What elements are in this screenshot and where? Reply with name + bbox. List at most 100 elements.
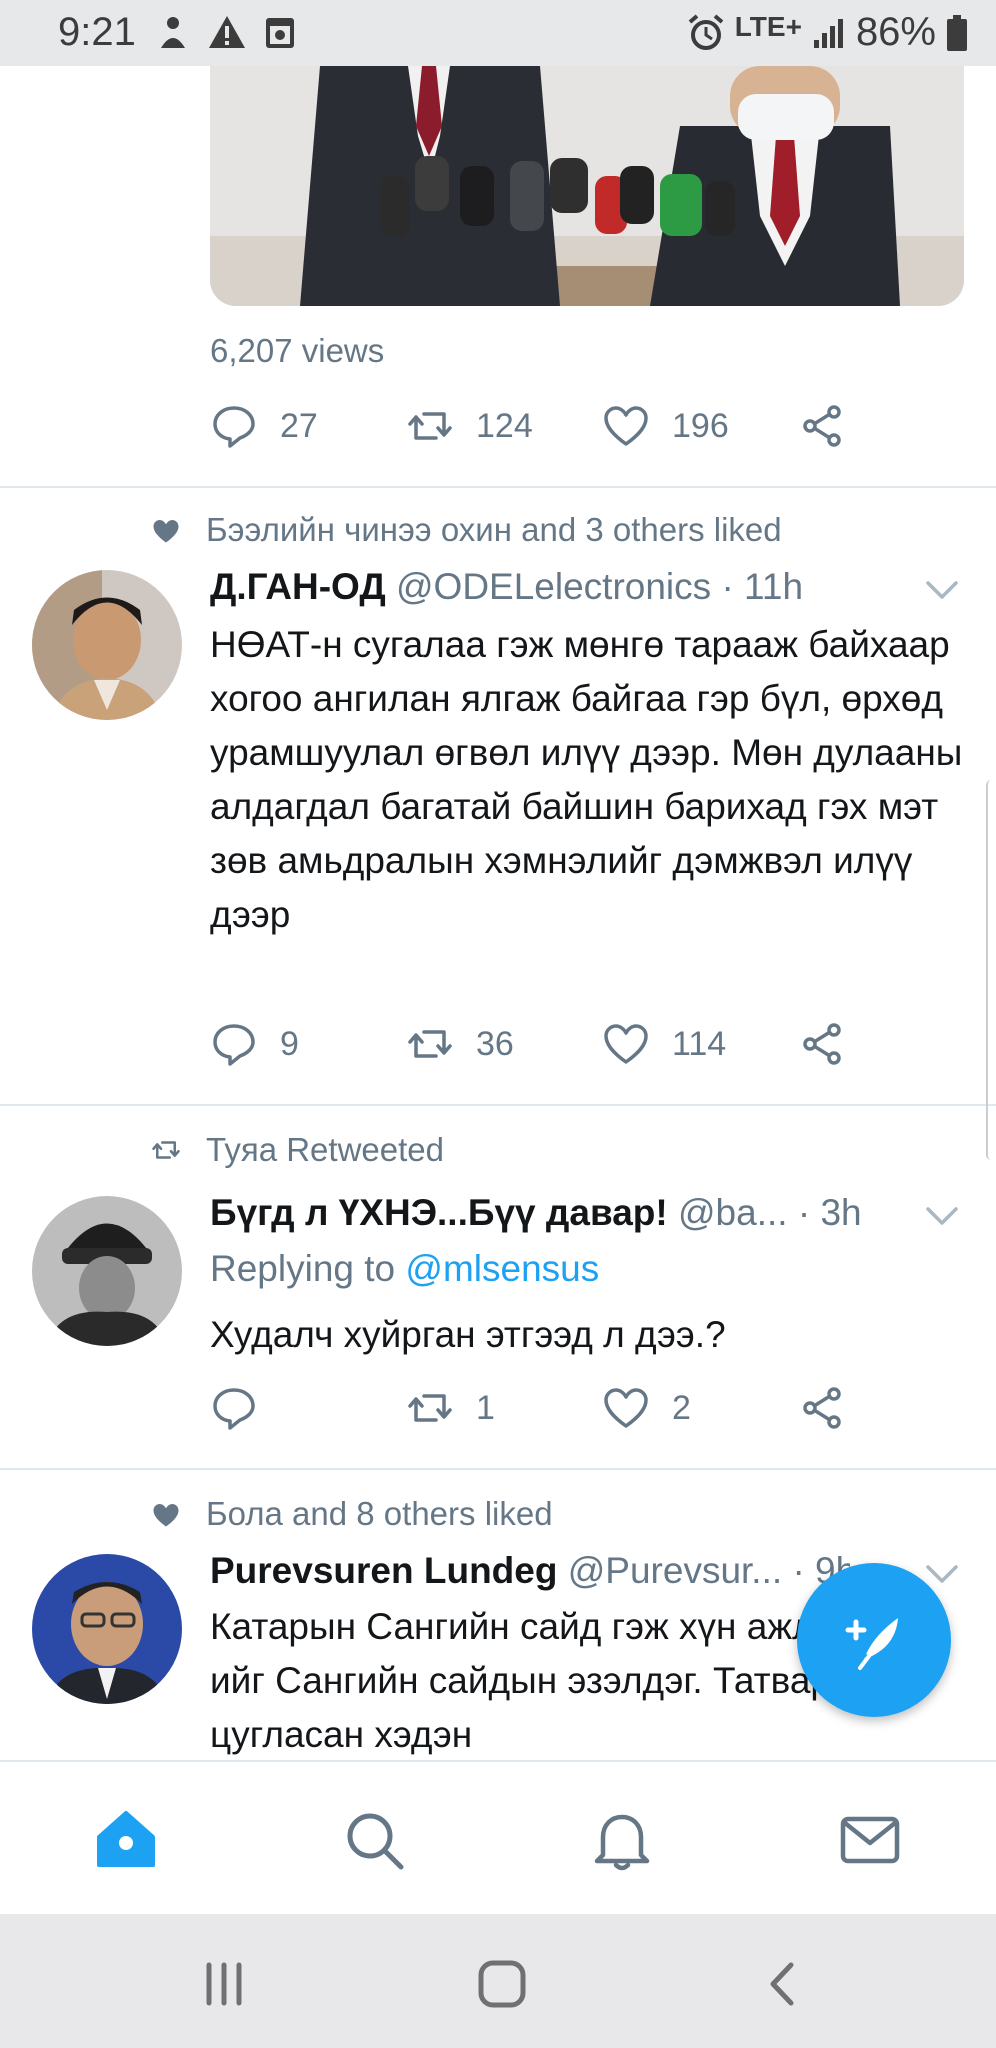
status-notification-icons — [156, 14, 296, 52]
retweet-button[interactable]: 124 — [406, 402, 533, 450]
reply-count: 9 — [280, 1024, 299, 1063]
status-time: 9:21 — [58, 10, 136, 54]
tweet-actions: 27 124 196 — [210, 402, 870, 462]
tweet-header: Purevsuren Lundeg @Purevsur... · 9h — [210, 1548, 850, 1594]
tweet-actions: 9 36 114 — [210, 1020, 870, 1080]
heart-icon — [604, 1024, 648, 1064]
recent-apps-button[interactable] — [194, 1954, 254, 2014]
battery-icon — [947, 14, 967, 51]
home-system-button[interactable] — [472, 1954, 532, 2014]
calendar-icon — [266, 18, 294, 48]
retweet-count: 36 — [476, 1024, 514, 1063]
share-icon — [803, 1023, 841, 1065]
retweet-icon — [408, 412, 452, 440]
person-notification-icon — [161, 17, 185, 48]
retweet-icon — [408, 1394, 452, 1422]
like-count: 2 — [672, 1388, 691, 1427]
status-right: LTE+ 86% — [687, 10, 968, 55]
social-context-text: Tyяa Retweeted — [206, 1131, 444, 1168]
tweet-text: Худалч хуйрган этгээд л дээ.? — [210, 1314, 726, 1355]
warning-icon — [209, 16, 245, 48]
share-button[interactable] — [798, 1384, 846, 1432]
nav-search[interactable] — [336, 1802, 412, 1878]
share-icon — [803, 1387, 841, 1429]
social-context: Tyяa Retweeted — [146, 1130, 444, 1170]
social-context-text: Бээлийн чинээ охин and 3 others liked — [206, 511, 782, 548]
retweet-small-icon — [146, 1130, 186, 1170]
author-handle[interactable]: @ODELelectronics — [396, 566, 711, 607]
retweet-count: 124 — [476, 406, 533, 445]
bottom-navigation — [0, 1760, 996, 1916]
status-bar: 9:21 LTE+ 86% — [0, 0, 996, 66]
share-button[interactable] — [798, 402, 846, 450]
heart-icon — [604, 1388, 648, 1428]
avatar[interactable] — [32, 570, 182, 720]
recent-apps-icon — [206, 1962, 242, 2006]
replying-to-handle[interactable]: @mlsensus — [405, 1248, 599, 1289]
signal-icon — [813, 18, 843, 48]
like-button[interactable]: 196 — [602, 402, 729, 450]
back-button[interactable] — [752, 1954, 812, 2014]
home-icon — [97, 1811, 155, 1867]
tweet-divider — [0, 486, 996, 488]
retweet-icon — [408, 1030, 452, 1058]
reply-icon — [213, 406, 255, 448]
author-name[interactable]: Бүгд л ҮХНЭ...Бүү давар! — [210, 1192, 668, 1233]
tweet-time: · 11h — [721, 566, 804, 607]
reply-button[interactable]: 9 — [210, 1020, 299, 1068]
avatar[interactable] — [32, 1554, 182, 1704]
replying-to-label: Replying to — [210, 1248, 406, 1289]
nav-notifications[interactable] — [584, 1802, 660, 1878]
scrollbar[interactable] — [986, 780, 996, 1160]
reply-icon — [213, 1024, 255, 1066]
share-button[interactable] — [798, 1020, 846, 1068]
social-context: Бола and 8 others liked — [146, 1494, 553, 1534]
author-handle[interactable]: @ba... — [678, 1192, 788, 1233]
tweet-header: Бүгд л ҮХНЭ...Бүү давар! @ba... · 3h — [210, 1190, 870, 1236]
replying-to: Replying to @mlsensus — [210, 1248, 599, 1290]
liked-heart-icon — [146, 510, 186, 550]
share-icon — [803, 405, 841, 447]
social-context: Бээлийн чинээ охин and 3 others liked — [146, 510, 782, 550]
search-icon — [347, 1813, 404, 1870]
avatar[interactable] — [32, 1196, 182, 1346]
tweet-view-count: 6,207 views — [210, 332, 385, 369]
retweet-count: 1 — [476, 1388, 495, 1427]
messages-icon — [840, 1816, 900, 1864]
back-chevron-icon — [770, 1962, 794, 2006]
like-button[interactable]: 2 — [602, 1384, 691, 1432]
author-handle[interactable]: @Purevsur... — [568, 1550, 782, 1591]
reply-button[interactable]: 27 — [210, 402, 318, 450]
chevron-down-icon[interactable] — [920, 568, 964, 612]
home-square-icon — [478, 1960, 526, 2008]
author-name[interactable]: Purevsuren Lundeg — [210, 1550, 557, 1591]
tweet-divider — [0, 1104, 996, 1106]
retweet-button[interactable]: 1 — [406, 1384, 495, 1432]
system-navigation-bar — [0, 1914, 996, 2048]
tweet-header: Д.ГАН-ОД @ODELelectronics · 11h — [210, 564, 870, 610]
liked-heart-icon — [146, 1494, 186, 1534]
alarm-icon — [688, 13, 724, 50]
author-name[interactable]: Д.ГАН-ОД — [210, 566, 386, 607]
press-conference-photo — [210, 66, 964, 306]
nav-messages[interactable] — [832, 1802, 908, 1878]
reply-count: 27 — [280, 406, 318, 445]
like-count: 196 — [672, 406, 729, 445]
tweet-media-image[interactable] — [210, 66, 964, 306]
reply-icon — [213, 1388, 255, 1430]
social-context-text: Бола and 8 others liked — [206, 1495, 553, 1532]
chevron-down-icon[interactable] — [920, 1194, 964, 1238]
retweet-button[interactable]: 36 — [406, 1020, 514, 1068]
reply-button[interactable] — [210, 1384, 280, 1432]
like-button[interactable]: 114 — [602, 1020, 726, 1068]
tweet-actions: 1 2 — [210, 1384, 870, 1444]
tweet-divider — [0, 1468, 996, 1470]
network-type: LTE+ — [734, 10, 802, 42]
like-count: 114 — [672, 1024, 727, 1063]
compose-tweet-button[interactable] — [797, 1563, 951, 1717]
heart-icon — [604, 406, 648, 446]
nav-home[interactable] — [88, 1802, 164, 1878]
tweet-time: · 3h — [797, 1192, 862, 1233]
compose-tweet-icon — [845, 1618, 898, 1670]
notifications-icon — [594, 1814, 650, 1871]
